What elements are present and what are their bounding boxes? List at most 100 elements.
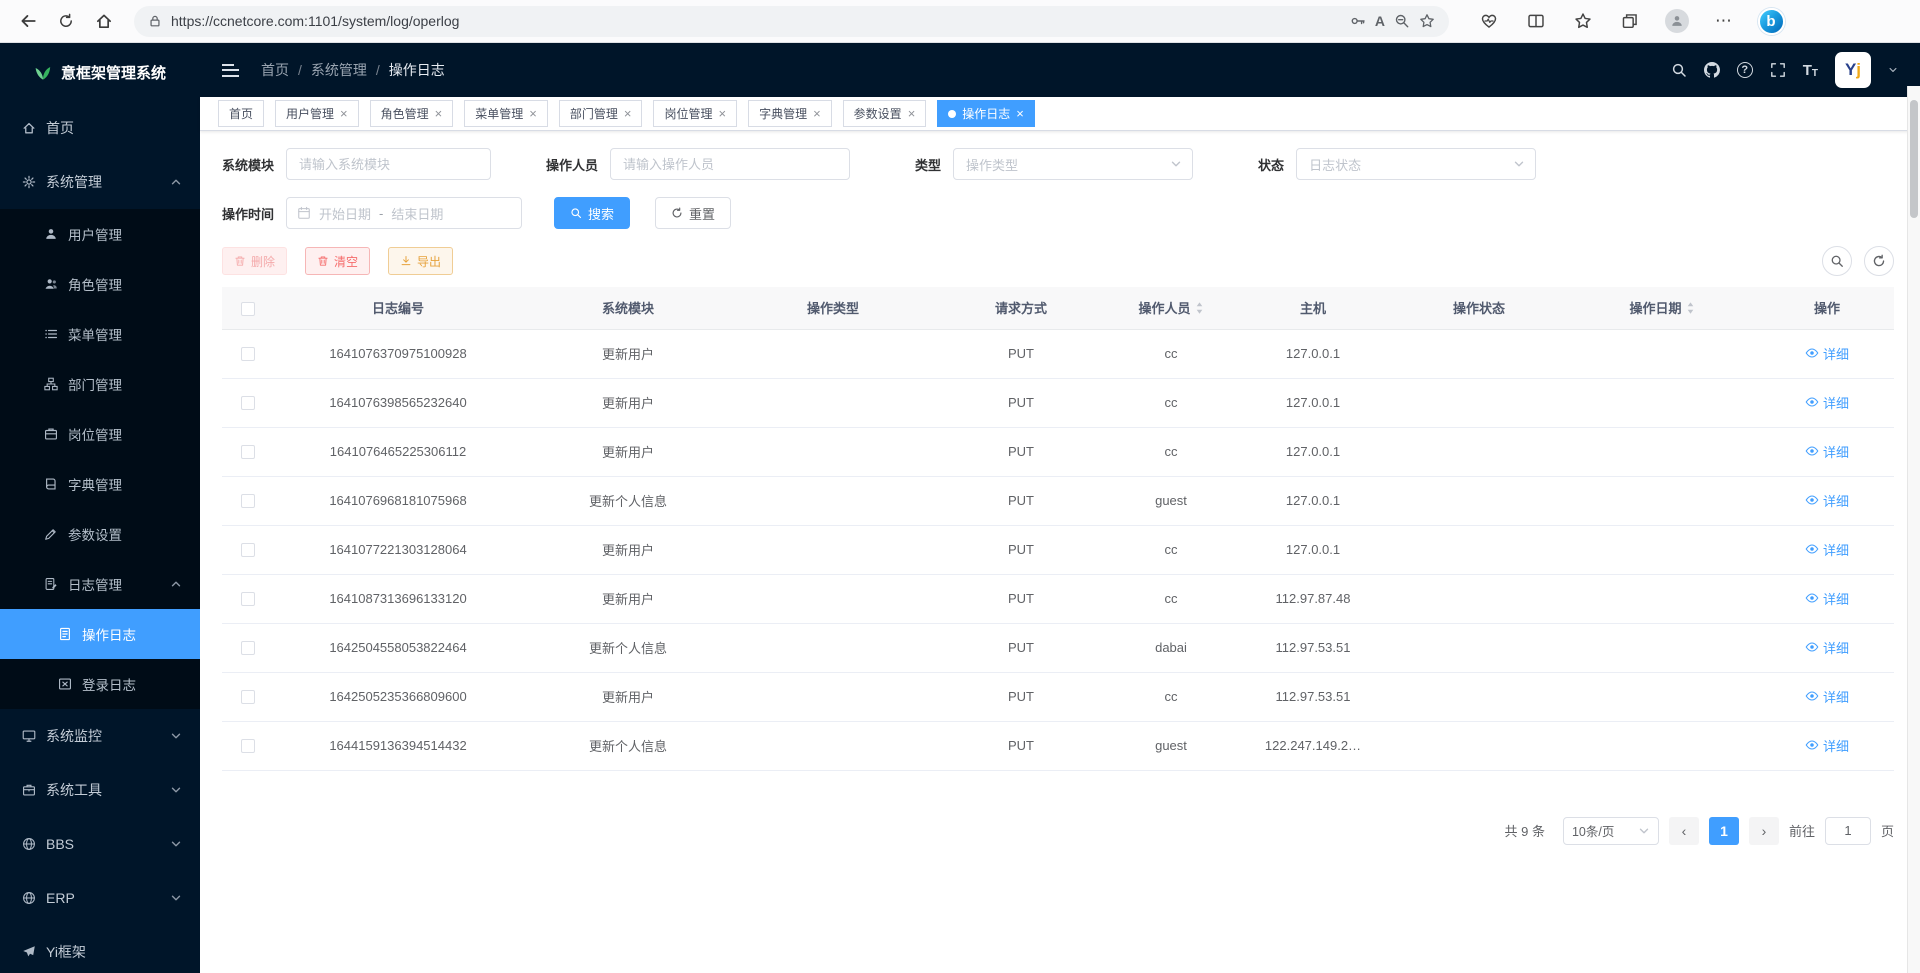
sidebar-item-system-monitor[interactable]: 系统监控 xyxy=(0,709,200,763)
split-screen-icon[interactable] xyxy=(1519,5,1553,37)
goto-page-input[interactable] xyxy=(1825,817,1871,845)
row-checkbox[interactable] xyxy=(241,494,255,508)
delete-button[interactable]: 删除 xyxy=(222,247,287,275)
sidebar-item-bbs[interactable]: BBS xyxy=(0,817,200,871)
table-row[interactable]: 1641076398565232640 更新用户 PUT cc 127.0.0.… xyxy=(222,378,1894,427)
search-button[interactable]: 搜索 xyxy=(554,197,630,229)
row-checkbox[interactable] xyxy=(241,543,255,557)
tab-home[interactable]: 首页 xyxy=(218,100,264,127)
tab-post-mgmt[interactable]: 岗位管理× xyxy=(653,100,737,127)
row-checkbox[interactable] xyxy=(241,396,255,410)
clear-button[interactable]: 清空 xyxy=(305,247,370,275)
next-page-button[interactable]: › xyxy=(1749,817,1779,845)
row-checkbox[interactable] xyxy=(241,592,255,606)
detail-link[interactable]: 详细 xyxy=(1805,736,1849,755)
tab-dict-mgmt[interactable]: 字典管理× xyxy=(748,100,832,127)
breadcrumb-home[interactable]: 首页 xyxy=(261,60,289,80)
reset-button[interactable]: 重置 xyxy=(655,197,731,229)
sort-icon[interactable] xyxy=(1195,301,1204,315)
row-checkbox[interactable] xyxy=(241,347,255,361)
table-row[interactable]: 1641087313696133120 更新用户 PUT cc 112.97.8… xyxy=(222,574,1894,623)
bing-icon[interactable]: b xyxy=(1754,5,1788,37)
breadcrumb-system-mgmt[interactable]: 系统管理 xyxy=(311,60,367,80)
row-checkbox[interactable] xyxy=(241,739,255,753)
col-operator[interactable]: 操作人员 xyxy=(1110,287,1232,329)
detail-link[interactable]: 详细 xyxy=(1805,687,1849,706)
detail-link[interactable]: 详细 xyxy=(1805,344,1849,363)
password-key-icon[interactable] xyxy=(1350,13,1366,29)
url-text[interactable]: https://ccnetcore.com:1101/system/log/op… xyxy=(171,13,1341,29)
tab-dept-mgmt[interactable]: 部门管理× xyxy=(559,100,643,127)
type-select[interactable]: 操作类型 xyxy=(953,148,1193,180)
close-icon[interactable]: × xyxy=(529,107,537,120)
table-row[interactable]: 1642505235366809600 更新用户 PUT cc 112.97.5… xyxy=(222,672,1894,721)
sidebar-item-login-log[interactable]: 登录日志 xyxy=(0,659,200,709)
font-size-icon[interactable]: TT xyxy=(1803,62,1818,79)
header-search-icon[interactable] xyxy=(1671,62,1687,78)
zoom-out-icon[interactable] xyxy=(1394,13,1410,29)
sidebar-item-role-mgmt[interactable]: 角色管理 xyxy=(0,259,200,309)
sidebar-item-dept-mgmt[interactable]: 部门管理 xyxy=(0,359,200,409)
detail-link[interactable]: 详细 xyxy=(1805,393,1849,412)
close-icon[interactable]: × xyxy=(908,107,916,120)
collections-icon[interactable] xyxy=(1613,5,1647,37)
prev-page-button[interactable]: ‹ xyxy=(1669,817,1699,845)
row-checkbox[interactable] xyxy=(241,641,255,655)
table-row[interactable]: 1641076465225306112 更新用户 PUT cc 127.0.0.… xyxy=(222,427,1894,476)
status-select[interactable]: 日志状态 xyxy=(1296,148,1536,180)
close-icon[interactable]: × xyxy=(340,107,348,120)
back-button[interactable] xyxy=(10,5,46,37)
close-icon[interactable]: × xyxy=(624,107,632,120)
end-date-placeholder[interactable]: 结束日期 xyxy=(391,204,443,223)
sidebar-item-oper-log[interactable]: 操作日志 xyxy=(0,609,200,659)
page-1-button[interactable]: 1 xyxy=(1709,817,1739,845)
sidebar-item-home[interactable]: 首页 xyxy=(0,101,200,155)
detail-link[interactable]: 详细 xyxy=(1805,540,1849,559)
browser-essentials-icon[interactable] xyxy=(1472,5,1506,37)
page-scrollbar[interactable] xyxy=(1907,86,1920,973)
tab-oper-log[interactable]: 操作日志× xyxy=(937,100,1035,127)
detail-link[interactable]: 详细 xyxy=(1805,442,1849,461)
sort-icon[interactable] xyxy=(1686,301,1695,315)
help-icon[interactable]: ? xyxy=(1737,62,1753,78)
table-row[interactable]: 1641076968181075968 更新个人信息 PUT guest 127… xyxy=(222,476,1894,525)
profile-avatar[interactable] xyxy=(1660,5,1694,37)
col-date[interactable]: 操作日期 xyxy=(1564,287,1760,329)
menu-collapse-icon[interactable] xyxy=(222,64,239,77)
detail-link[interactable]: 详细 xyxy=(1805,638,1849,657)
sidebar-item-post-mgmt[interactable]: 岗位管理 xyxy=(0,409,200,459)
table-row[interactable]: 1641076370975100928 更新用户 PUT cc 127.0.0.… xyxy=(222,329,1894,378)
tab-user-mgmt[interactable]: 用户管理× xyxy=(275,100,359,127)
toggle-search-button[interactable] xyxy=(1822,246,1852,276)
close-icon[interactable]: × xyxy=(813,107,821,120)
row-checkbox[interactable] xyxy=(241,445,255,459)
address-bar[interactable]: https://ccnetcore.com:1101/system/log/op… xyxy=(134,6,1449,37)
close-icon[interactable]: × xyxy=(435,107,443,120)
close-icon[interactable]: × xyxy=(1016,107,1024,120)
tab-menu-mgmt[interactable]: 菜单管理× xyxy=(464,100,548,127)
user-avatar[interactable]: Yj xyxy=(1835,52,1871,88)
chevron-down-icon[interactable] xyxy=(1888,65,1898,75)
browser-home-button[interactable] xyxy=(86,5,122,37)
more-menu-icon[interactable]: ⋯ xyxy=(1707,5,1741,37)
reload-button[interactable] xyxy=(48,5,84,37)
detail-link[interactable]: 详细 xyxy=(1805,491,1849,510)
detail-link[interactable]: 详细 xyxy=(1805,589,1849,608)
close-icon[interactable]: × xyxy=(718,107,726,120)
sidebar-item-erp[interactable]: ERP xyxy=(0,871,200,925)
add-favorite-icon[interactable] xyxy=(1419,13,1435,29)
export-button[interactable]: 导出 xyxy=(388,247,453,275)
favorites-icon[interactable] xyxy=(1566,5,1600,37)
refresh-table-button[interactable] xyxy=(1864,246,1894,276)
sidebar-item-user-mgmt[interactable]: 用户管理 xyxy=(0,209,200,259)
sidebar-item-menu-mgmt[interactable]: 菜单管理 xyxy=(0,309,200,359)
read-aloud-icon[interactable]: A xyxy=(1375,13,1385,29)
fullscreen-icon[interactable] xyxy=(1770,62,1786,78)
page-size-select[interactable]: 10条/页 xyxy=(1563,817,1659,845)
row-checkbox[interactable] xyxy=(241,690,255,704)
select-all-checkbox[interactable] xyxy=(241,302,255,316)
operator-input[interactable] xyxy=(610,148,850,180)
sidebar-item-param-settings[interactable]: 参数设置 xyxy=(0,509,200,559)
date-range-picker[interactable]: 开始日期 - 结束日期 xyxy=(286,197,522,229)
start-date-placeholder[interactable]: 开始日期 xyxy=(319,204,371,223)
